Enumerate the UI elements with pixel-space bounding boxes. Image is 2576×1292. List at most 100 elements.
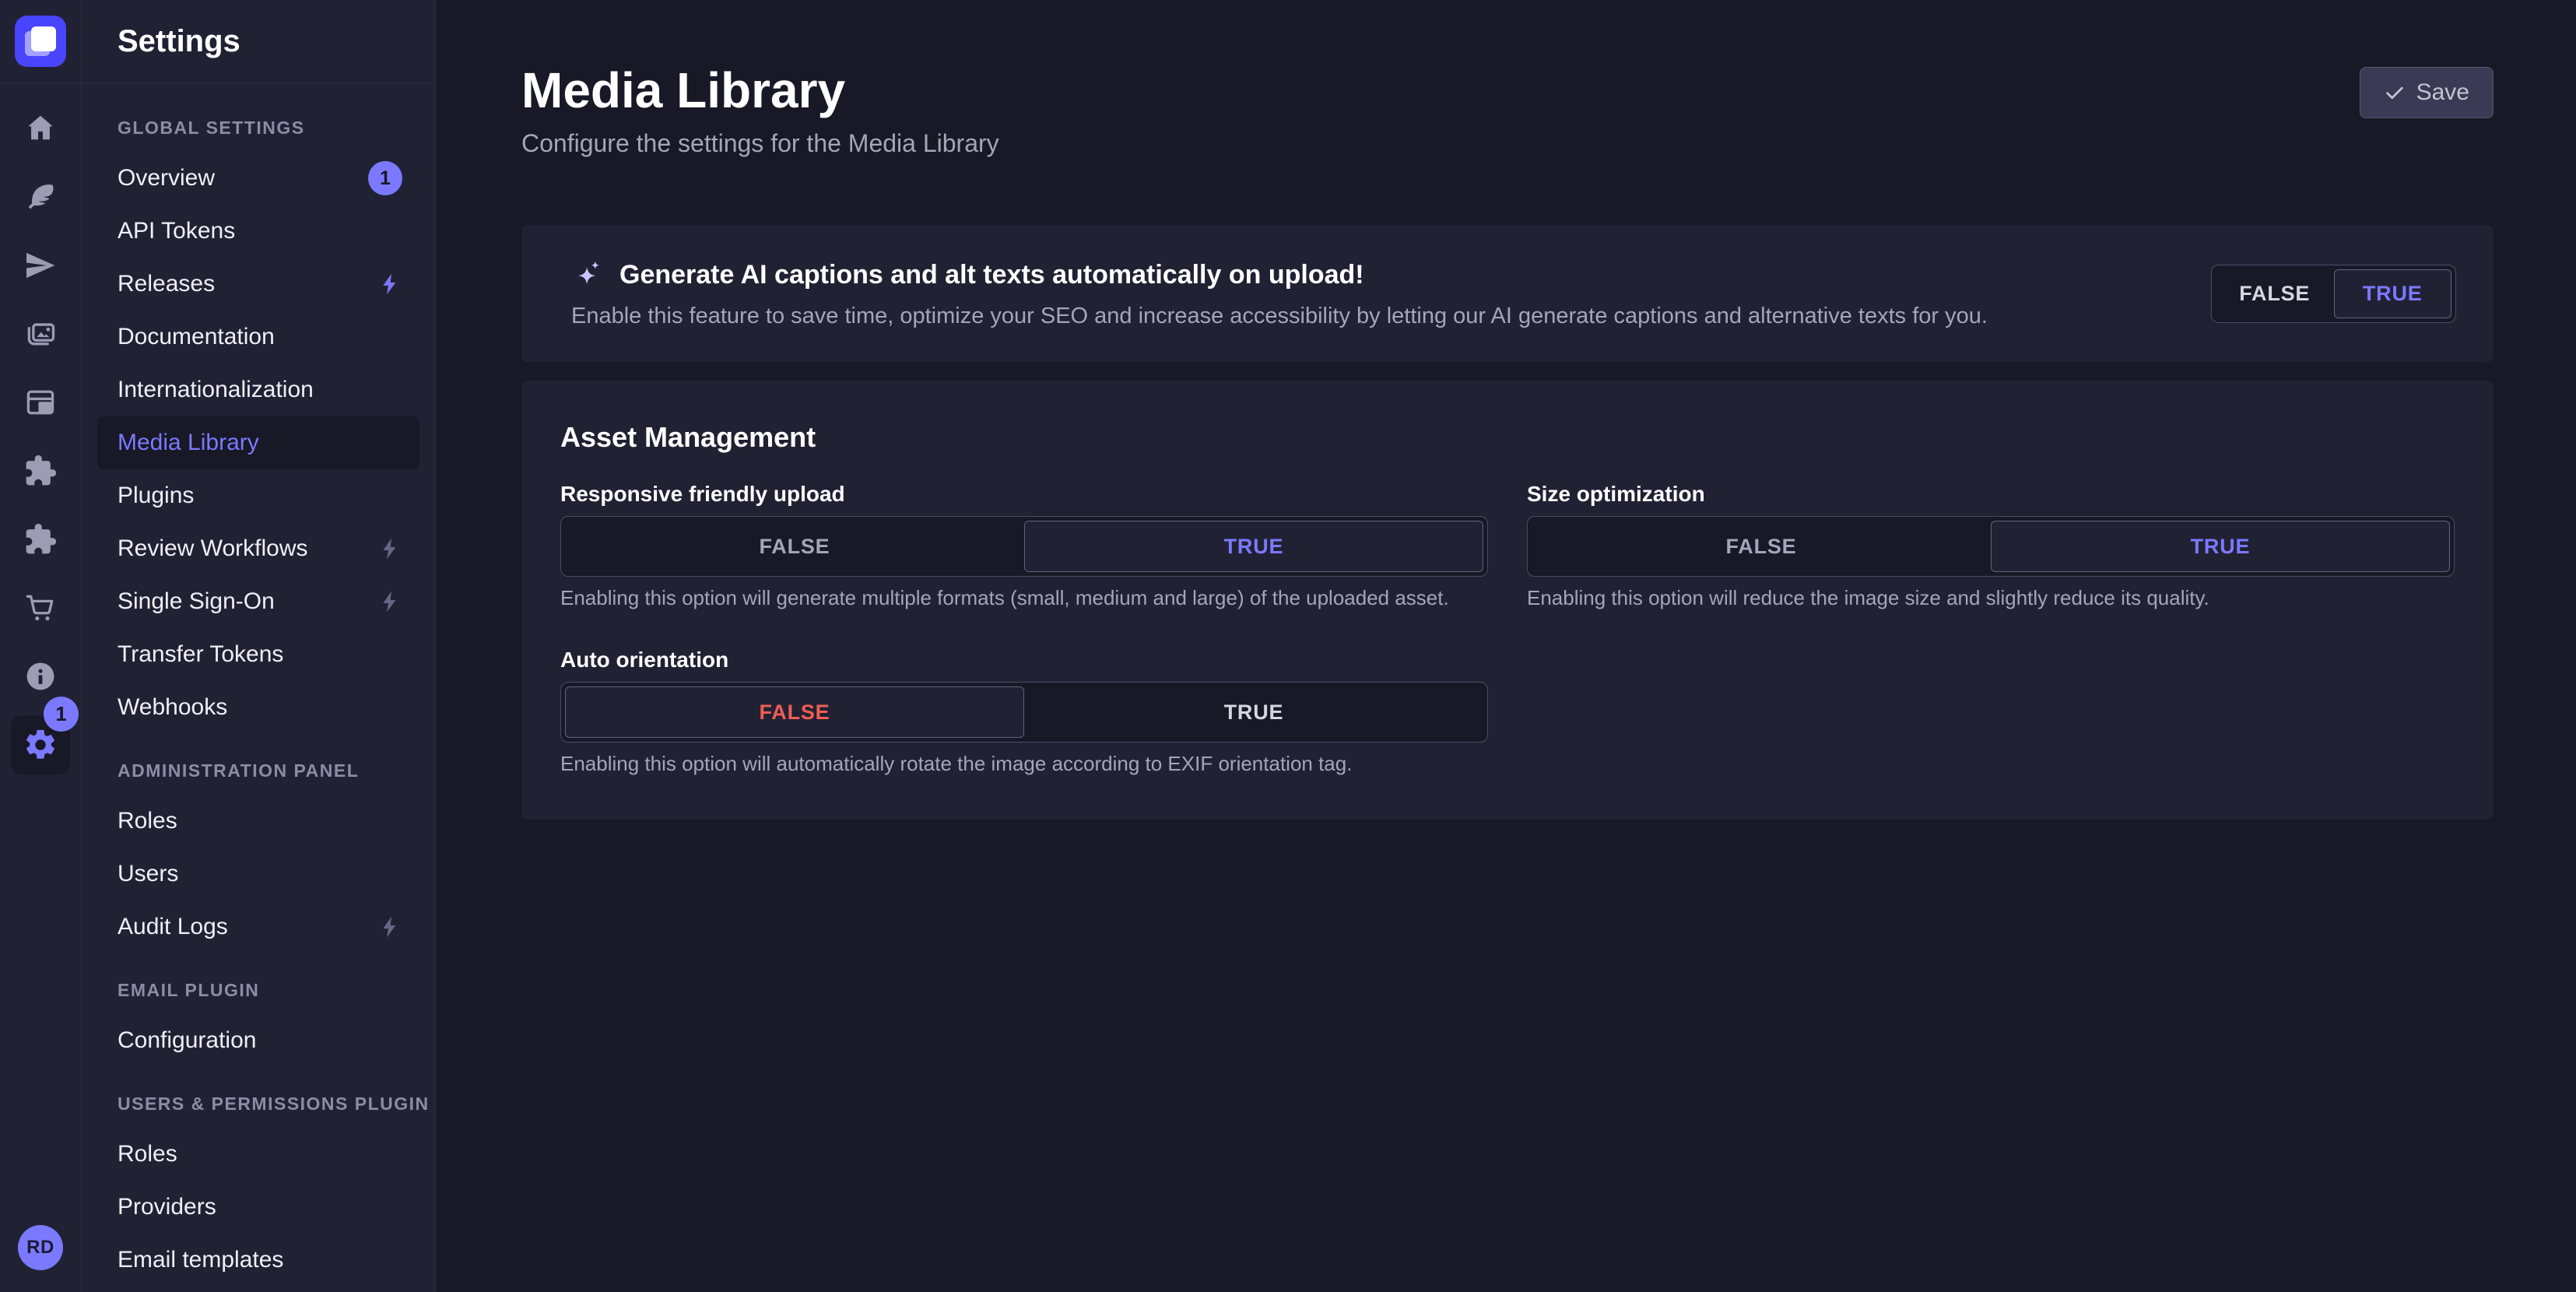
sidebar-item-label: Documentation (118, 324, 275, 350)
toggle-false-option[interactable]: FALSE (2216, 269, 2334, 318)
home-icon[interactable] (0, 94, 81, 163)
sidebar-item-label: Releases (118, 271, 215, 297)
lightning-icon (377, 915, 402, 939)
banner-text: Generate AI captions and alt texts autom… (571, 258, 1988, 329)
sidebar-item-admin-roles[interactable]: Roles (97, 795, 419, 848)
ai-caption-banner: Generate AI captions and alt texts autom… (521, 225, 2494, 362)
rail-icon-list: 1 (0, 83, 81, 779)
sidebar-item-api-tokens[interactable]: API Tokens (97, 205, 419, 258)
icon-rail: 1 RD (0, 0, 82, 1292)
app-root: 1 RD Settings GLOBAL SETTINGS Overview 1… (0, 0, 2576, 1292)
subnav-list: GLOBAL SETTINGS Overview 1 API Tokens Re… (82, 83, 435, 1287)
sidebar-item-email-templates[interactable]: Email templates (97, 1234, 419, 1287)
field-size-optimization: Size optimization FALSE TRUE Enabling th… (1527, 482, 2455, 610)
sidebar-item-label: Review Workflows (118, 535, 308, 562)
page-title: Media Library (521, 65, 999, 115)
notification-badge: 1 (368, 161, 402, 195)
save-button[interactable]: Save (2360, 67, 2494, 118)
sidebar-item-label: Roles (118, 1141, 177, 1167)
main-content: Media Library Configure the settings for… (436, 0, 2576, 1292)
sidebar-item-label: Users (118, 861, 178, 887)
toggle-false-option[interactable]: FALSE (1532, 521, 1991, 572)
user-avatar[interactable]: RD (18, 1225, 63, 1270)
sidebar-item-up-roles[interactable]: Roles (97, 1128, 419, 1181)
field-auto-orientation: Auto orientation FALSE TRUE Enabling thi… (560, 648, 1488, 776)
settings-gear-slot[interactable]: 1 (0, 711, 81, 779)
sidebar-item-label: Audit Logs (118, 914, 228, 940)
sidebar-item-label: Email templates (118, 1247, 283, 1273)
check-icon (2384, 82, 2406, 104)
logo-shape-front (31, 26, 56, 51)
sidebar-item-audit-logs[interactable]: Audit Logs (97, 901, 419, 953)
sidebar-item-label: Providers (118, 1194, 216, 1220)
ai-caption-toggle: FALSE TRUE (2211, 265, 2456, 323)
field-hint: Enabling this option will generate multi… (560, 586, 1488, 610)
page-header-text: Media Library Configure the settings for… (521, 65, 999, 158)
send-icon[interactable] (0, 231, 81, 300)
sidebar-item-users[interactable]: Users (97, 848, 419, 901)
cart-icon[interactable] (0, 574, 81, 642)
field-label: Responsive friendly upload (560, 482, 1488, 507)
sidebar-item-documentation[interactable]: Documentation (97, 311, 419, 363)
sidebar-item-label: Webhooks (118, 694, 227, 721)
settings-gear-icon[interactable]: 1 (11, 715, 70, 774)
fields-grid: Responsive friendly upload FALSE TRUE En… (560, 482, 2455, 776)
lightning-icon (377, 589, 402, 614)
field-label: Size optimization (1527, 482, 2455, 507)
toggle-true-option[interactable]: TRUE (1991, 521, 2450, 572)
feather-icon[interactable] (0, 163, 81, 231)
settings-notification-badge: 1 (44, 697, 79, 732)
sidebar-item-label: Configuration (118, 1027, 256, 1054)
sidebar-item-review-workflows[interactable]: Review Workflows (97, 522, 419, 575)
marketplace-puzzle-icon[interactable] (0, 505, 81, 574)
toggle-true-option[interactable]: TRUE (2334, 269, 2452, 318)
subnav-title: Settings (118, 24, 240, 59)
save-button-label: Save (2416, 79, 2469, 106)
sidebar-item-label: API Tokens (118, 218, 235, 244)
field-hint: Enabling this option will reduce the ima… (1527, 586, 2455, 610)
page-subtitle: Configure the settings for the Media Lib… (521, 129, 999, 158)
sidebar-item-label: Overview (118, 165, 215, 191)
toggle-true-option[interactable]: TRUE (1024, 521, 1483, 572)
sidebar-item-transfer-tokens[interactable]: Transfer Tokens (97, 628, 419, 681)
sidebar-item-media-library[interactable]: Media Library (97, 416, 419, 469)
lightning-icon (377, 272, 402, 297)
sidebar-item-configuration[interactable]: Configuration (97, 1014, 419, 1067)
page-header: Media Library Configure the settings for… (521, 0, 2494, 158)
settings-subnav: Settings GLOBAL SETTINGS Overview 1 API … (82, 0, 436, 1292)
plugins-puzzle-icon[interactable] (0, 437, 81, 505)
sidebar-item-providers[interactable]: Providers (97, 1181, 419, 1234)
toggle-true-option[interactable]: TRUE (1024, 686, 1483, 738)
sparkle-icon (571, 258, 605, 293)
sidebar-item-webhooks[interactable]: Webhooks (97, 681, 419, 734)
responsive-upload-toggle: FALSE TRUE (560, 516, 1488, 577)
section-header-global-settings: GLOBAL SETTINGS (82, 104, 435, 152)
field-hint: Enabling this option will automatically … (560, 752, 1488, 776)
lightning-icon (377, 536, 402, 561)
section-header-administration-panel: ADMINISTRATION PANEL (82, 746, 435, 795)
strapi-logo-icon[interactable] (15, 16, 66, 67)
toggle-false-option[interactable]: FALSE (565, 521, 1024, 572)
subnav-header: Settings (82, 0, 435, 83)
asset-management-panel: Asset Management Responsive friendly upl… (521, 381, 2494, 820)
sidebar-item-single-sign-on[interactable]: Single Sign-On (97, 575, 419, 628)
panel-title: Asset Management (560, 421, 2455, 454)
toggle-false-option[interactable]: FALSE (565, 686, 1024, 738)
field-label: Auto orientation (560, 648, 1488, 672)
media-library-icon[interactable] (0, 300, 81, 368)
sidebar-item-label: Plugins (118, 483, 194, 509)
sidebar-item-label: Roles (118, 808, 177, 834)
section-header-users-permissions-plugin: USERS & PERMISSIONS PLUGIN (82, 1080, 435, 1128)
sidebar-item-plugins[interactable]: Plugins (97, 469, 419, 522)
sidebar-item-overview[interactable]: Overview 1 (97, 152, 419, 205)
content-manager-icon[interactable] (0, 368, 81, 437)
sidebar-item-label: Single Sign-On (118, 588, 275, 615)
sidebar-item-releases[interactable]: Releases (97, 258, 419, 311)
sidebar-item-internationalization[interactable]: Internationalization (97, 363, 419, 416)
size-optimization-toggle: FALSE TRUE (1527, 516, 2455, 577)
sidebar-item-label: Internationalization (118, 377, 314, 403)
section-header-email-plugin: EMAIL PLUGIN (82, 966, 435, 1014)
sidebar-item-label: Media Library (118, 430, 259, 456)
rail-logo-area (0, 0, 81, 83)
banner-title: Generate AI captions and alt texts autom… (619, 260, 1364, 290)
